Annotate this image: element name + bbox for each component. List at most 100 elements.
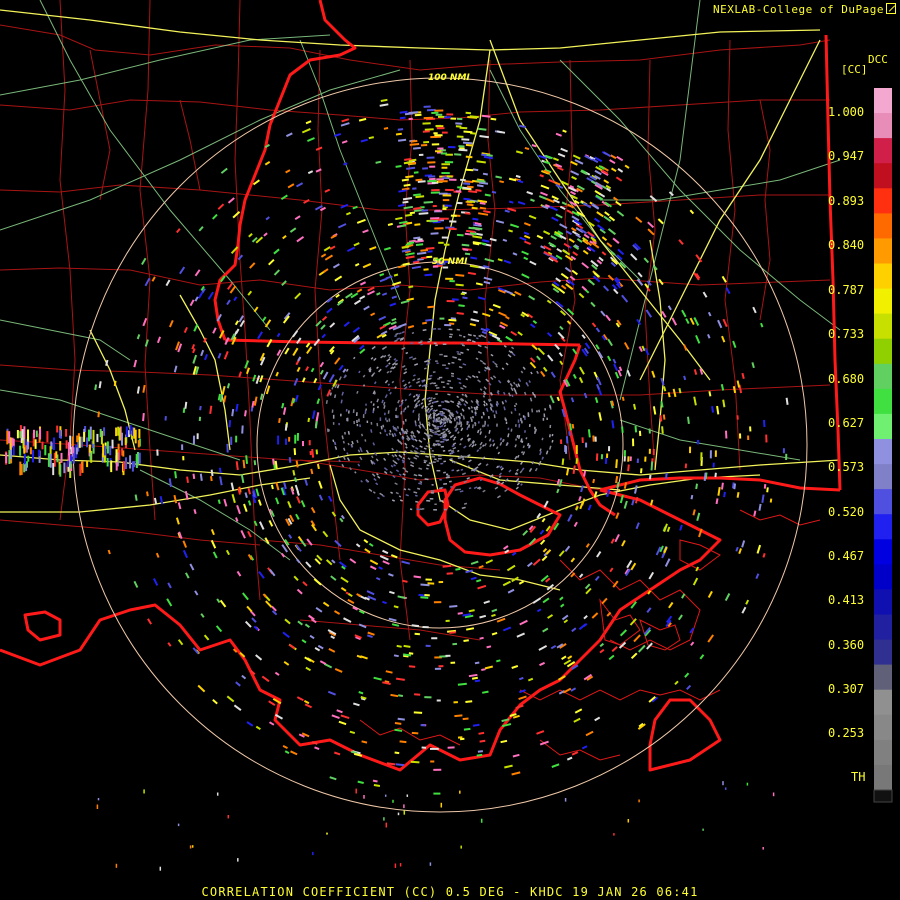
- radar-echo: [351, 440, 354, 445]
- radar-echo: [401, 245, 410, 249]
- radar-echo: [468, 673, 478, 678]
- radar-echo: [472, 241, 481, 245]
- credit-link[interactable]: NEXLAB-College of DuPage: [713, 3, 896, 16]
- radar-echo: [457, 352, 462, 356]
- radar-echo: [640, 468, 643, 474]
- radar-echo: [521, 440, 524, 444]
- radar-echo: [482, 265, 490, 269]
- radar-echo: [471, 424, 474, 429]
- radar-echo: [429, 382, 434, 385]
- radar-echo: [420, 256, 427, 260]
- radar-echo: [425, 247, 435, 250]
- radar-echo: [480, 242, 487, 246]
- color-bar-segment: [874, 213, 892, 239]
- radar-echo: [284, 423, 288, 431]
- radar-echo: [454, 510, 458, 513]
- radar-echo: [447, 429, 451, 433]
- radar-echo: [449, 435, 453, 439]
- radar-echo: [496, 659, 501, 663]
- radar-echo: [521, 451, 524, 454]
- radar-echo: [479, 428, 482, 431]
- radar-echo: [634, 425, 638, 433]
- radar-echo: [448, 449, 452, 452]
- radar-echo: [415, 195, 425, 199]
- radar-echo: [415, 393, 418, 397]
- radar-echo: [425, 467, 429, 470]
- radar-echo: [415, 500, 419, 503]
- radar-echo: [499, 180, 505, 184]
- radar-echo: [470, 256, 478, 260]
- radar-echo: [407, 381, 411, 384]
- radar-echo: [353, 356, 356, 360]
- radar-echo: [474, 443, 477, 447]
- radar-echo: [399, 499, 403, 502]
- radar-echo: [417, 487, 421, 490]
- radar-echo: [314, 421, 318, 429]
- radar-echo: [349, 730, 356, 735]
- radar-echo: [406, 166, 416, 170]
- radar-echo: [441, 440, 445, 443]
- radar-echo: [741, 372, 745, 380]
- radar-echo: [760, 322, 764, 328]
- radar-echo: [463, 480, 468, 484]
- radar-echo: [499, 437, 503, 441]
- radar-echo: [447, 380, 452, 383]
- color-bar-segment: [874, 313, 892, 340]
- radar-echo: [404, 158, 412, 161]
- radar-echo: [347, 430, 350, 435]
- radar-echo: [445, 418, 449, 423]
- radar-echo: [514, 408, 517, 411]
- radar-echo: [417, 258, 424, 261]
- radar-echo: [325, 399, 328, 404]
- radar-echo: [477, 127, 487, 131]
- radar-echo: [395, 132, 402, 136]
- radar-echo: [678, 387, 682, 394]
- radar-echo: [531, 144, 537, 148]
- radar-echo: [492, 439, 495, 443]
- radar-echo: [332, 439, 335, 443]
- radar-echo: [402, 200, 409, 204]
- radar-echo: [391, 499, 395, 502]
- legend-label: TH: [851, 770, 866, 784]
- radar-echo: [292, 398, 296, 404]
- radar-echo: [466, 185, 474, 189]
- radar-echo: [413, 193, 421, 197]
- radar-echo: [389, 391, 392, 395]
- radar-echo: [500, 739, 508, 744]
- radar-echo: [228, 420, 232, 428]
- color-bar-segment: [874, 539, 892, 565]
- radar-echo: [422, 450, 426, 454]
- radar-echo: [427, 442, 430, 445]
- radar-echo: [385, 433, 389, 437]
- radar-echo: [278, 417, 281, 424]
- radar-echo: [292, 469, 296, 476]
- radar-echo: [393, 605, 399, 609]
- radar-echo: [241, 425, 244, 434]
- radar-echo: [395, 427, 398, 432]
- radar-echo: [396, 425, 400, 429]
- radar-echo: [401, 330, 405, 334]
- radar-echo: [427, 305, 435, 309]
- radar-echo: [399, 116, 406, 120]
- radar-echo: [388, 362, 391, 365]
- radar-echo: [458, 304, 465, 307]
- radar-echo: [186, 476, 189, 483]
- radar-echo: [174, 471, 177, 479]
- radar-echo: [379, 273, 385, 277]
- radar-echo: [732, 386, 737, 394]
- radar-echo: [467, 271, 476, 276]
- radar-echo: [418, 474, 423, 477]
- radar-echo: [402, 420, 405, 425]
- radar-echo: [496, 402, 499, 406]
- radar-echo: [785, 397, 789, 405]
- radar-echo: [583, 470, 587, 477]
- radar-echo: [454, 488, 459, 491]
- radar-echo: [763, 483, 767, 489]
- radar-echo: [442, 435, 447, 439]
- radar-echo: [416, 508, 421, 511]
- radar-echo: [387, 410, 390, 414]
- radar-echo: [392, 425, 395, 430]
- radar-echo: [433, 425, 437, 428]
- radar-echo: [217, 393, 221, 401]
- radar-echo: [565, 436, 569, 444]
